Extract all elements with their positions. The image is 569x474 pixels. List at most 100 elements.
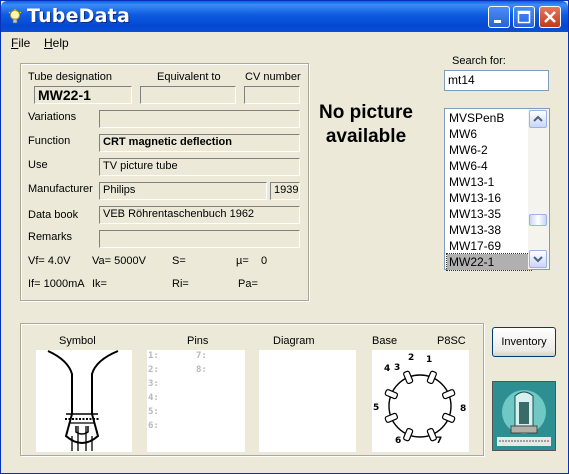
function-label: Function (28, 135, 71, 147)
remarks-field[interactable] (99, 230, 300, 248)
base-pin-number: 8 (460, 404, 466, 414)
tube-list-item[interactable]: MW6 (447, 126, 531, 142)
main-window: TubeData File Help Tube designation Equi… (0, 0, 569, 474)
minimize-button[interactable] (488, 6, 510, 28)
vf-value: Vf= 4.0V (28, 255, 71, 267)
base-pin-number: 1 (426, 355, 432, 365)
maximize-button[interactable] (513, 6, 535, 28)
pin-4: 4: (148, 393, 159, 403)
maximize-icon (517, 10, 531, 24)
base-pin (441, 412, 456, 423)
lightbulb-icon (8, 9, 22, 24)
use-field[interactable]: TV picture tube (99, 158, 300, 176)
pin-8: 8: (196, 365, 207, 375)
list-scrollbar[interactable] (528, 109, 549, 269)
tube-logo (492, 381, 556, 451)
inventory-button[interactable]: Inventory (492, 327, 556, 357)
base-pin-number: 6 (395, 436, 401, 446)
menu-file-label: ile (18, 36, 31, 50)
tube-list-item[interactable]: MW13-35 (447, 206, 531, 222)
tube-logo-icon (493, 382, 555, 450)
pa-value: Pa= (238, 278, 258, 290)
base-type-label: P8SC (437, 335, 466, 347)
menu-help-label: elp (52, 36, 69, 50)
window-title: TubeData (27, 5, 130, 27)
tube-symbol-panel (36, 350, 132, 452)
va-value: Va= 5000V (92, 255, 146, 267)
crt-tube-symbol-icon (47, 350, 119, 451)
diagram-label: Diagram (273, 335, 315, 347)
if-value: If= 1000mA (28, 278, 85, 290)
cv-number-label: CV number (245, 71, 301, 83)
base-panel: 1 2 3 4 5 6 7 8 (372, 350, 469, 452)
s-value: S= (172, 255, 186, 267)
remarks-label: Remarks (28, 231, 73, 243)
menu-help[interactable]: Help (44, 36, 69, 50)
symbol-label: Symbol (59, 335, 96, 347)
base-label: Base (372, 335, 398, 347)
tube-list-item[interactable]: MW6-2 (447, 142, 531, 158)
manufacturer-field[interactable]: Philips (99, 182, 267, 200)
base-pin-number: 4 (384, 364, 390, 374)
menu-bar: File Help (1, 32, 568, 52)
pin-5: 5: (148, 407, 159, 417)
tube-base-pinout-icon: 1 2 3 4 5 6 7 8 (373, 353, 466, 446)
tube-list-item[interactable]: MW13-38 (447, 222, 531, 238)
menu-help-mnemonic: H (44, 36, 53, 50)
designation-label: Tube designation (28, 71, 112, 83)
base-pin-number: 3 (394, 363, 400, 373)
base-pin (441, 389, 456, 400)
databook-field[interactable]: VEB Röhrentaschenbuch 1962 (99, 206, 300, 224)
use-label: Use (28, 159, 48, 171)
chevron-down-icon (533, 256, 543, 263)
chevron-up-icon (533, 115, 543, 122)
minimize-icon (494, 20, 501, 23)
tube-list-item[interactable]: MW22-1 (446, 253, 532, 271)
pin-7: 7: (196, 351, 207, 361)
databook-label: Data book (28, 209, 79, 221)
tube-list-item[interactable]: MW6-4 (447, 158, 531, 174)
manufacturer-label: Manufacturer (28, 183, 93, 195)
designation-field[interactable]: MW22-1 (34, 86, 132, 104)
tube-list-item[interactable]: MW13-1 (447, 174, 531, 190)
tube-list-item[interactable]: MVSPenB (447, 110, 531, 126)
no-picture-text: No picture available (319, 102, 413, 147)
tube-list-item[interactable]: MW13-16 (447, 190, 531, 206)
pins-panel: 1: 2: 3: 4: 5: 6: 7: 8: (147, 350, 245, 452)
equivalent-label: Equivalent to (157, 71, 221, 83)
ri-value: Ri= (172, 278, 189, 290)
variations-field[interactable] (99, 110, 300, 128)
scroll-up-button[interactable] (529, 110, 547, 128)
base-pin (403, 427, 414, 442)
scroll-thumb[interactable] (529, 214, 547, 226)
year-field[interactable]: 1939 (270, 182, 300, 200)
pin-1: 1: (148, 351, 159, 361)
base-pin (384, 389, 399, 400)
base-pin (384, 412, 399, 423)
search-label: Search for: (452, 55, 506, 67)
function-field[interactable]: CRT magnetic deflection (99, 134, 300, 152)
base-pin (403, 370, 414, 385)
mu-label: µ= (236, 255, 249, 267)
pin-2: 2: (148, 365, 159, 375)
menu-file[interactable]: File (11, 36, 30, 50)
search-input[interactable]: mt14 (444, 70, 549, 91)
pins-label: Pins (187, 335, 209, 347)
base-pin (426, 370, 437, 385)
equivalent-field[interactable] (140, 86, 236, 104)
scroll-down-button[interactable] (529, 250, 547, 268)
base-pin-number: 2 (408, 353, 414, 363)
ik-value: Ik= (92, 278, 107, 290)
base-pin-number: 5 (373, 403, 379, 413)
close-button[interactable] (539, 6, 561, 28)
title-bar[interactable]: TubeData (1, 1, 568, 32)
base-pin-number: 7 (436, 436, 442, 446)
pin-3: 3: (148, 379, 159, 389)
tube-list-item[interactable]: MW17-69 (447, 238, 531, 254)
close-icon (544, 11, 556, 23)
cv-number-field[interactable] (244, 86, 300, 104)
mu-value: 0 (261, 255, 268, 267)
diagram-panel (259, 350, 356, 452)
pin-6: 6: (148, 421, 159, 431)
variations-label: Variations (28, 111, 77, 123)
